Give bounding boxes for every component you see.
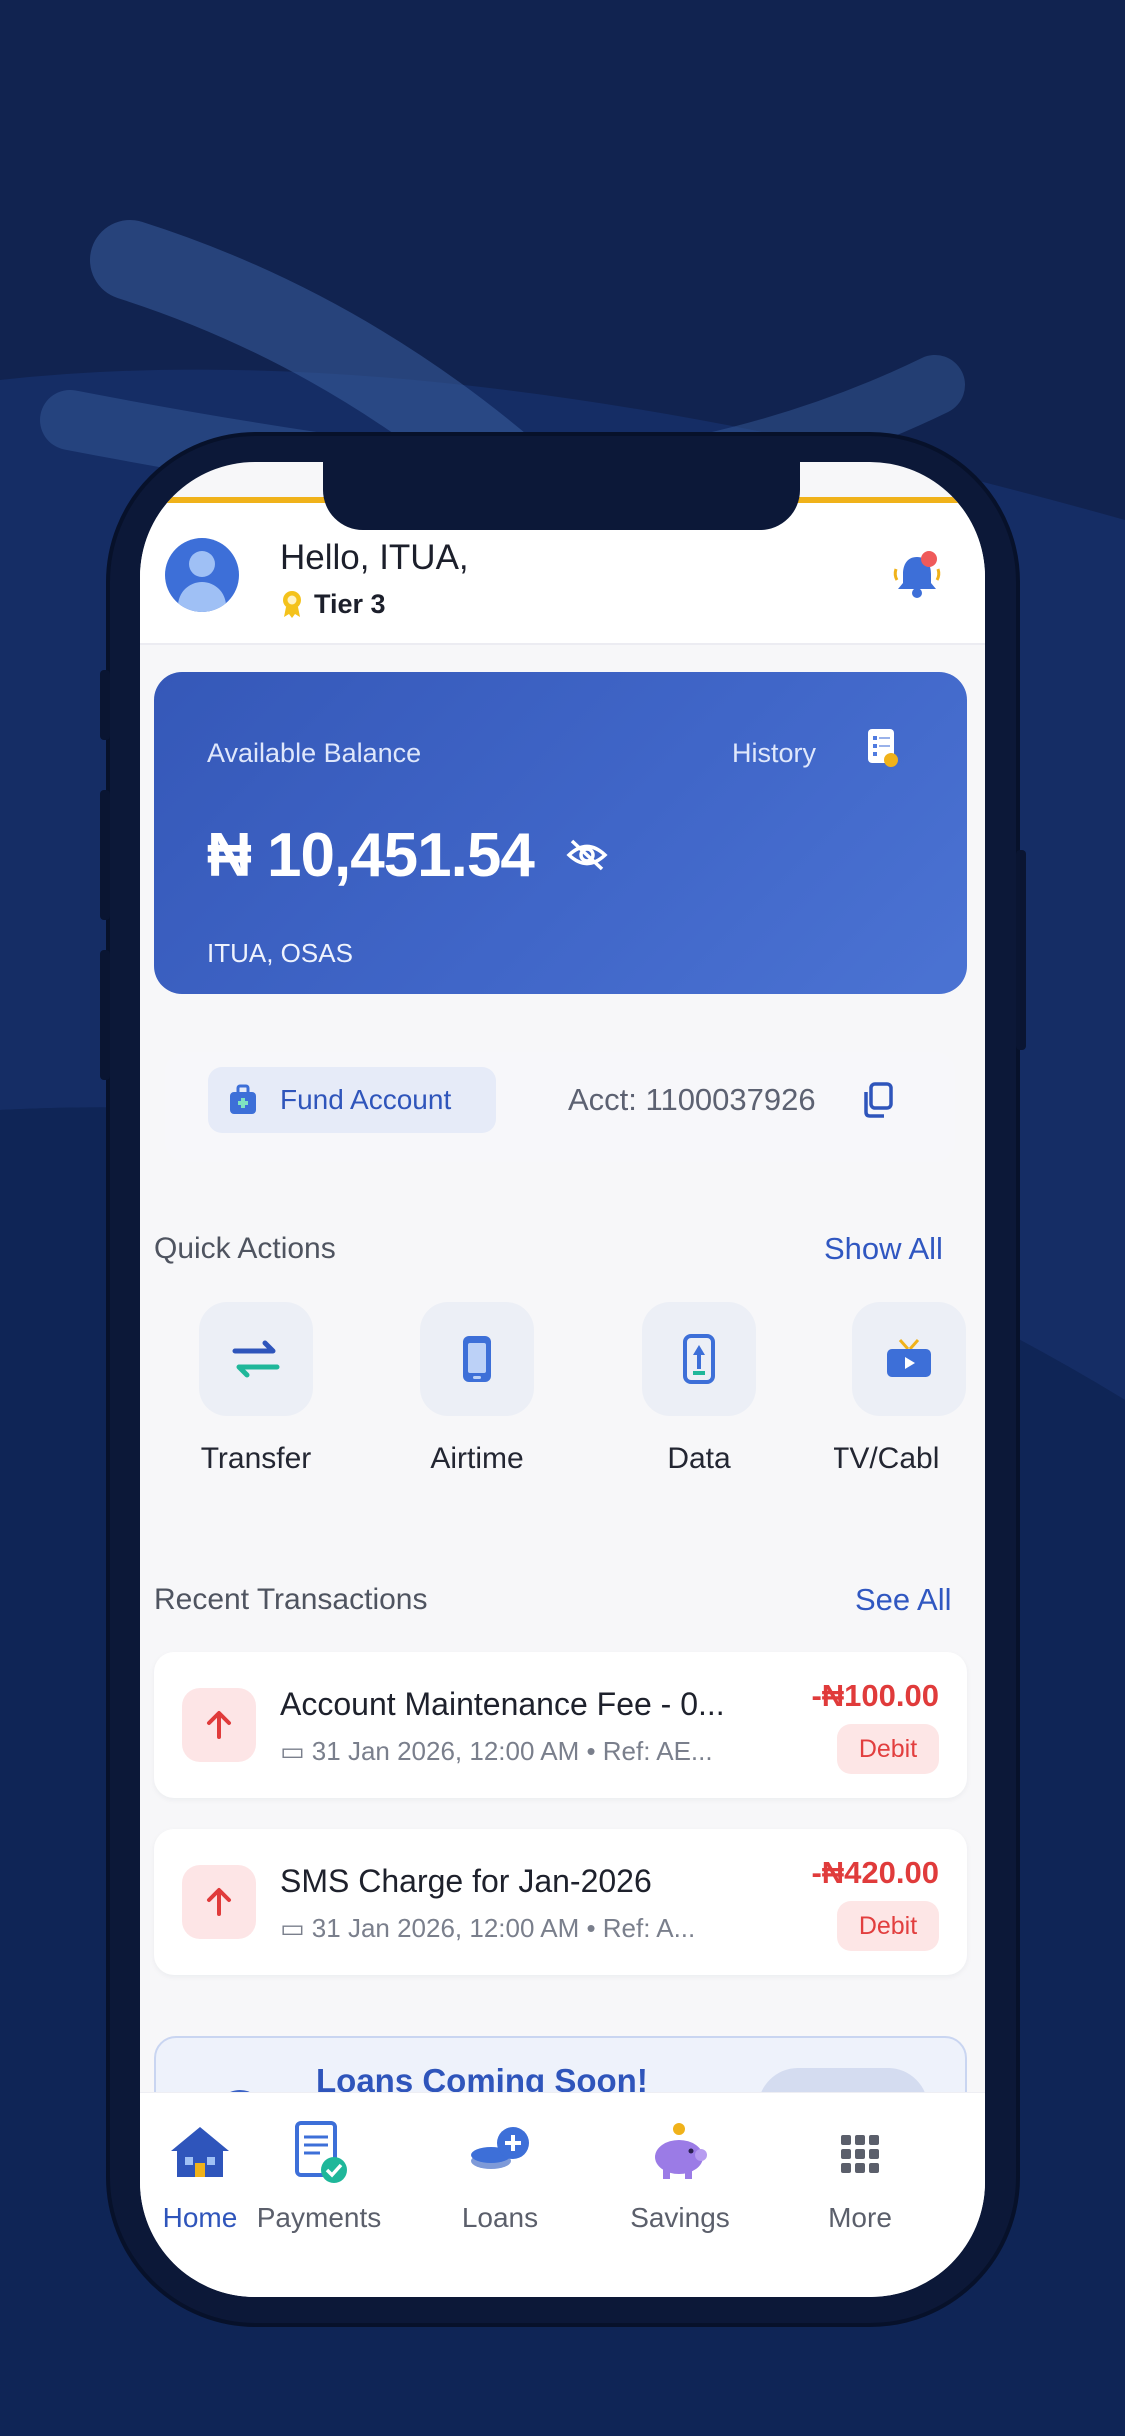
debit-arrow-icon xyxy=(182,1865,256,1939)
avatar[interactable] xyxy=(165,538,239,612)
loans-icon xyxy=(471,2127,529,2169)
balance-amount: ₦ 10,451.54 xyxy=(207,821,535,890)
wallet-icon xyxy=(230,1084,256,1114)
notification-bell-icon[interactable] xyxy=(892,549,942,601)
transaction-title: SMS Charge for Jan-2026 xyxy=(280,1863,652,1899)
transaction-meta: ▭ 31 Jan 2026, 12:00 AM • Ref: AE... xyxy=(280,1736,713,1766)
phone-side-button xyxy=(100,950,110,1080)
balance-label: Available Balance xyxy=(207,738,422,768)
phone-notch xyxy=(323,462,800,530)
tv-icon xyxy=(887,1339,931,1377)
nav-label: Loans xyxy=(461,2202,539,2233)
transaction-meta: ▭ 31 Jan 2026, 12:00 AM • Ref: A... xyxy=(280,1913,696,1943)
phone-side-button xyxy=(100,790,110,920)
copy-icon[interactable] xyxy=(862,1082,894,1118)
recent-transactions-title: Recent Transactions xyxy=(154,1583,428,1616)
account-number: Acct: 1100037926 xyxy=(568,1082,816,1117)
transaction-title: Account Maintenance Fee - 0... xyxy=(280,1686,725,1722)
quick-action-label: Transfer xyxy=(200,1442,312,1475)
quick-action-airtime[interactable]: Airtime xyxy=(392,1302,562,1476)
greeting: Hello, ITUA, xyxy=(280,538,469,577)
data-icon xyxy=(683,1334,715,1384)
phone-side-button xyxy=(1016,850,1026,1050)
nav-label: Payments xyxy=(256,2202,382,2233)
quick-action-data[interactable]: Data xyxy=(614,1302,784,1476)
calendar-icon: ▭ xyxy=(280,1736,312,1766)
nav-payments[interactable]: Payments xyxy=(244,2117,394,2234)
quick-action-label: TV/Cabl xyxy=(834,1442,940,1475)
grid-icon xyxy=(841,2135,879,2173)
quick-actions-title: Quick Actions xyxy=(154,1232,336,1265)
quick-action-transfer[interactable]: Transfer xyxy=(171,1302,341,1476)
debit-arrow-icon xyxy=(182,1688,256,1762)
see-all-link[interactable]: See All xyxy=(855,1582,952,1618)
transaction-amount: -₦420.00 xyxy=(811,1855,939,1890)
quick-action-tv[interactable]: TV/Cabl xyxy=(834,1302,985,1476)
history-icon[interactable] xyxy=(866,727,900,769)
account-holder-name: ITUA, OSAS xyxy=(207,938,353,968)
fund-account-button[interactable]: Fund Account xyxy=(208,1067,496,1133)
nav-label: More xyxy=(828,2202,892,2233)
transaction-type-badge: Debit xyxy=(837,1901,939,1951)
eye-off-icon[interactable] xyxy=(566,838,608,872)
bottom-navigation: Home Payments Loans Savings More xyxy=(140,2092,985,2297)
piggy-bank-icon xyxy=(655,2123,707,2179)
show-all-link[interactable]: Show All xyxy=(824,1231,943,1267)
transfer-icon xyxy=(232,1340,280,1378)
tier-badge: Tier 3 xyxy=(280,586,386,622)
nav-label: Savings xyxy=(630,2202,730,2233)
quick-action-label: Data xyxy=(667,1442,731,1475)
transaction-row[interactable]: SMS Charge for Jan-2026 ▭ 31 Jan 2026, 1… xyxy=(154,1829,967,1975)
nav-loans[interactable]: Loans xyxy=(425,2117,575,2234)
calendar-icon: ▭ xyxy=(280,1913,312,1943)
fund-account-label: Fund Account xyxy=(280,1084,452,1115)
quick-action-label: Airtime xyxy=(430,1442,524,1475)
transaction-type-badge: Debit xyxy=(837,1724,939,1774)
home-icon xyxy=(171,2127,229,2177)
transaction-row[interactable]: Account Maintenance Fee - 0... ▭ 31 Jan … xyxy=(154,1652,967,1798)
tier-label: Tier 3 xyxy=(314,588,386,619)
phone-side-button xyxy=(100,670,110,740)
app-screen: Hello, ITUA, Tier 3 Available Balance Hi… xyxy=(140,462,985,2297)
medal-icon xyxy=(283,591,301,618)
nav-savings[interactable]: Savings xyxy=(605,2117,755,2234)
phone-icon xyxy=(463,1336,491,1382)
payments-icon xyxy=(295,2121,347,2183)
balance-card: Available Balance History ₦ 10,451.54 IT… xyxy=(154,672,967,994)
history-link[interactable]: History xyxy=(732,738,816,769)
transaction-amount: -₦100.00 xyxy=(811,1678,939,1713)
nav-more[interactable]: More xyxy=(785,2117,935,2234)
